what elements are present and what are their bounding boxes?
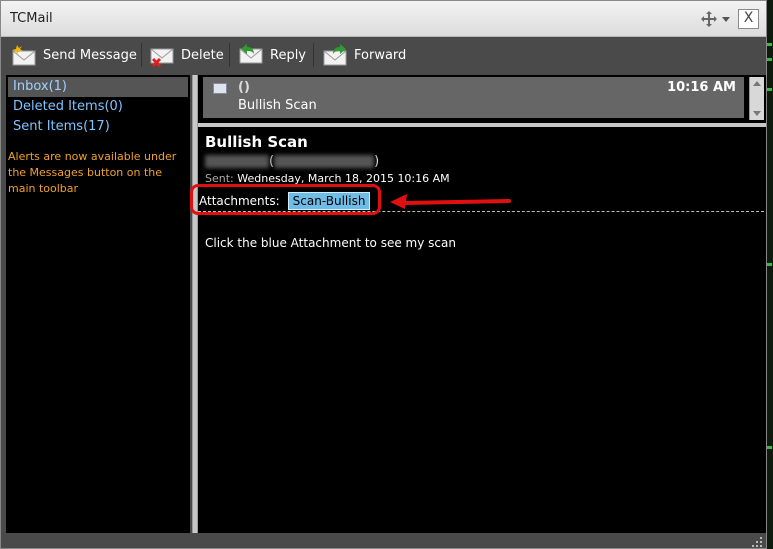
title-bar[interactable]: TCMail X — [1, 1, 766, 37]
background-chart-mark — [767, 263, 772, 266]
background-chart-mark — [767, 43, 772, 46]
folder-deleted-items[interactable]: Deleted Items(0) — [8, 97, 188, 117]
send-message-button[interactable]: Send Message — [11, 40, 137, 70]
forward-label: Forward — [354, 47, 407, 63]
redacted-sender-name — [274, 155, 375, 168]
send-message-label: Send Message — [43, 47, 137, 63]
attachment-highlight-box — [190, 184, 381, 215]
toolbar-separator — [141, 43, 142, 67]
message-list-scrollbar[interactable] — [749, 77, 764, 120]
forward-envelope-icon — [323, 44, 347, 66]
toolbar-separator — [229, 43, 230, 67]
toolbar: Send Message Delete Reply Forward — [1, 37, 766, 72]
window-title: TCMail — [10, 11, 53, 26]
background-chart-mark — [767, 446, 772, 449]
folder-pane: Inbox(1) Deleted Items(0) Sent Items(17)… — [6, 75, 190, 533]
background-app-strip — [766, 0, 773, 549]
resize-grip-icon[interactable] — [751, 536, 763, 548]
background-chart-mark — [767, 58, 772, 61]
forward-button[interactable]: Forward — [322, 40, 406, 70]
alerts-notice: Alerts are now available under the Messa… — [8, 150, 177, 195]
envelope-icon — [213, 83, 227, 94]
background-chart-mark — [767, 88, 772, 91]
reply-label: Reply — [270, 47, 307, 63]
send-envelope-icon — [12, 45, 36, 66]
reader-subject: Bullish Scan — [205, 133, 308, 151]
delete-envelope-icon — [150, 48, 174, 68]
reply-envelope-icon — [239, 44, 263, 64]
redacted-sender-id — [205, 155, 269, 168]
scroll-up-icon[interactable] — [753, 81, 761, 86]
close-button[interactable]: X — [738, 9, 759, 29]
folder-inbox[interactable]: Inbox(1) — [8, 77, 188, 97]
tcmail-window: TCMail X Send Message Delete Reply Forwa… — [0, 0, 767, 549]
chevron-down-icon[interactable] — [722, 17, 730, 22]
message-from-close: ) — [243, 80, 250, 95]
message-list-item[interactable]: () 10:16 AM Bullish Scan — [203, 77, 744, 118]
delete-button[interactable]: Delete — [149, 40, 224, 70]
scroll-down-icon[interactable] — [753, 111, 761, 116]
message-time: 10:16 AM — [667, 80, 736, 95]
delete-label: Delete — [181, 47, 224, 63]
window-footer — [1, 534, 766, 548]
message-list: () 10:16 AM Bullish Scan — [198, 75, 766, 123]
move-icon[interactable] — [701, 11, 717, 27]
toolbar-separator — [313, 43, 314, 67]
message-body: Click the blue Attachment to see my scan — [205, 236, 456, 250]
reader-from: () — [205, 154, 379, 169]
message-subject: Bullish Scan — [238, 98, 317, 113]
reply-button[interactable]: Reply — [238, 40, 306, 70]
reader-from-close: ) — [374, 154, 380, 169]
message-from: () — [238, 80, 250, 95]
red-arrow-icon — [390, 194, 511, 209]
folder-sent-items[interactable]: Sent Items(17) — [8, 117, 188, 137]
